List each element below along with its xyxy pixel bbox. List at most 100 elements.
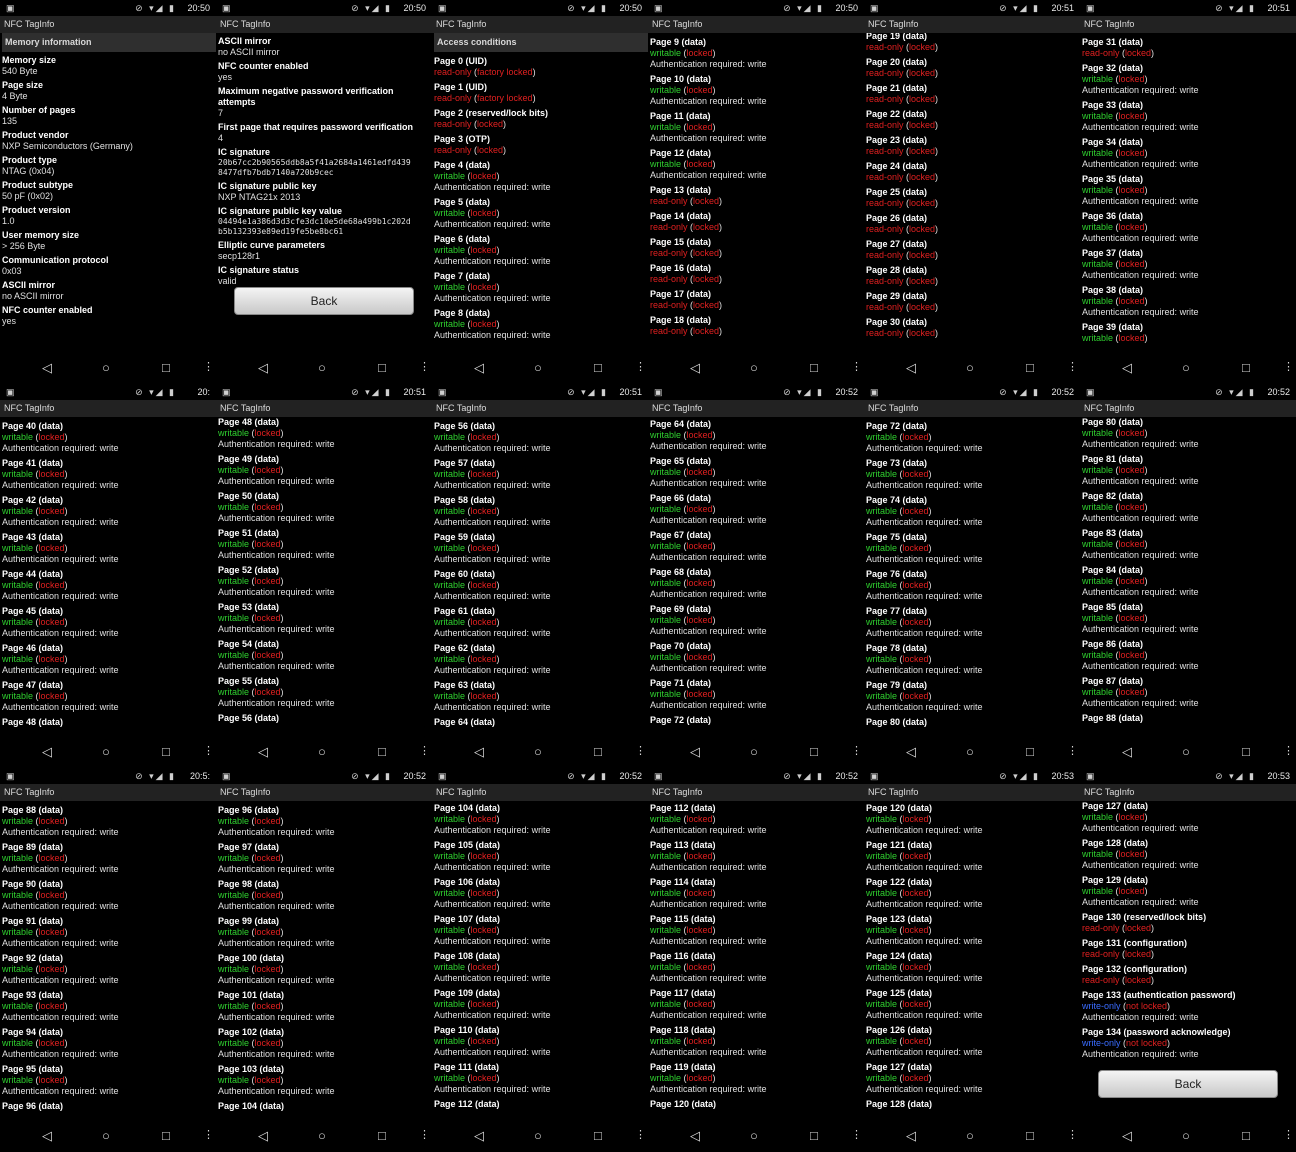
nav-back-icon[interactable]: ◁ [1122,351,1132,384]
nav-recents-icon[interactable]: □ [810,351,818,384]
nav-home-icon[interactable]: ○ [966,1119,974,1152]
nav-recents-icon[interactable]: □ [162,351,170,384]
overflow-menu-icon[interactable]: ⋮ [1283,351,1294,384]
scroll-content[interactable]: Page 112 (data) writable (locked) Authenti… [648,801,864,1119]
overflow-menu-icon[interactable]: ⋮ [203,351,214,384]
access-line: writable (locked) [218,964,432,975]
nav-back-icon[interactable]: ◁ [42,1119,52,1152]
scroll-content[interactable]: Page 80 (data) writable (locked) Authentic… [1080,417,1296,735]
scroll-content[interactable]: Page 31 (data) read-only (locked) Page 32 … [1080,33,1296,351]
overflow-menu-icon[interactable]: ⋮ [1283,735,1294,768]
overflow-menu-icon[interactable]: ⋮ [635,351,646,384]
overflow-menu-icon[interactable]: ⋮ [1067,351,1078,384]
scroll-content[interactable]: Page 88 (data) writable (locked) Authentic… [0,801,216,1119]
nav-back-icon[interactable]: ◁ [258,735,268,768]
nav-back-icon[interactable]: ◁ [906,351,916,384]
nav-home-icon[interactable]: ○ [102,1119,110,1152]
nav-home-icon[interactable]: ○ [534,735,542,768]
nav-home-icon[interactable]: ○ [102,351,110,384]
nav-recents-icon[interactable]: □ [1242,735,1250,768]
nav-back-icon[interactable]: ◁ [474,351,484,384]
nav-back-icon[interactable]: ◁ [1122,1119,1132,1152]
overflow-menu-icon[interactable]: ⋮ [203,1119,214,1152]
overflow-menu-icon[interactable]: ⋮ [1067,735,1078,768]
nav-recents-icon[interactable]: □ [378,735,386,768]
overflow-menu-icon[interactable]: ⋮ [419,1119,430,1152]
auth-requirement: Authentication required: write [434,1047,551,1057]
nav-home-icon[interactable]: ○ [750,1119,758,1152]
nav-back-icon[interactable]: ◁ [690,735,700,768]
nav-back-icon[interactable]: ◁ [42,735,52,768]
nav-recents-icon[interactable]: □ [1026,1119,1034,1152]
nav-home-icon[interactable]: ○ [318,1119,326,1152]
nav-home-icon[interactable]: ○ [534,351,542,384]
nav-back-icon[interactable]: ◁ [258,351,268,384]
nav-recents-icon[interactable]: □ [594,735,602,768]
nav-recents-icon[interactable]: □ [810,1119,818,1152]
nav-recents-icon[interactable]: □ [594,1119,602,1152]
scroll-content[interactable]: Page 56 (data) writable (locked) Authentic… [432,417,648,735]
nav-recents-icon[interactable]: □ [810,735,818,768]
nav-recents-icon[interactable]: □ [378,351,386,384]
overflow-menu-icon[interactable]: ⋮ [203,735,214,768]
auth-requirement: Authentication required: write [218,1012,335,1022]
nav-home-icon[interactable]: ○ [318,735,326,768]
overflow-menu-icon[interactable]: ⋮ [851,1119,862,1152]
nav-back-icon[interactable]: ◁ [906,735,916,768]
nav-back-icon[interactable]: ◁ [690,1119,700,1152]
overflow-menu-icon[interactable]: ⋮ [851,351,862,384]
overflow-menu-icon[interactable]: ⋮ [1283,1119,1294,1152]
scroll-content[interactable]: Access conditions Page 0 (UID) read-only (… [432,33,648,351]
scroll-content[interactable]: Page 9 (data) writable (locked) Authentica… [648,33,864,351]
nav-recents-icon[interactable]: □ [1242,1119,1250,1152]
scroll-content[interactable]: Page 120 (data) writable (locked) Authenti… [864,801,1080,1119]
nav-home-icon[interactable]: ○ [1182,351,1190,384]
nav-recents-icon[interactable]: □ [1026,351,1034,384]
nav-home-icon[interactable]: ○ [102,735,110,768]
nav-home-icon[interactable]: ○ [318,351,326,384]
scroll-content[interactable]: Page 19 (data) read-only (locked) Page 20 … [864,33,1080,351]
nav-recents-icon[interactable]: □ [594,351,602,384]
scroll-content[interactable]: Page 96 (data) writable (locked) Authentic… [216,801,432,1119]
access-line: writable (locked) [650,851,864,862]
nav-recents-icon[interactable]: □ [1242,351,1250,384]
nav-home-icon[interactable]: ○ [966,735,974,768]
page-entry: Page 131 (configuration) read-only (locke… [1082,938,1296,960]
overflow-menu-icon[interactable]: ⋮ [1067,1119,1078,1152]
overflow-menu-icon[interactable]: ⋮ [419,351,430,384]
scroll-content[interactable]: Page 48 (data) writable (locked) Authentic… [216,417,432,735]
nav-recents-icon[interactable]: □ [162,735,170,768]
scroll-content[interactable]: Page 40 (data) writable (locked) Authentic… [0,417,216,735]
overflow-menu-icon[interactable]: ⋮ [635,1119,646,1152]
nav-back-icon[interactable]: ◁ [474,735,484,768]
nav-back-icon[interactable]: ◁ [690,351,700,384]
nav-recents-icon[interactable]: □ [162,1119,170,1152]
nav-back-icon[interactable]: ◁ [906,1119,916,1152]
nav-back-icon[interactable]: ◁ [1122,735,1132,768]
overflow-menu-icon[interactable]: ⋮ [419,735,430,768]
nav-home-icon[interactable]: ○ [1182,1119,1190,1152]
nav-recents-icon[interactable]: □ [378,1119,386,1152]
nav-home-icon[interactable]: ○ [534,1119,542,1152]
status-bar: ▣ ⊘ ▾◢ ▮ 20: [0,384,216,400]
page-entry: Page 7 (data) writable (locked) Authentica… [434,271,648,304]
nav-back-icon[interactable]: ◁ [42,351,52,384]
scroll-content[interactable]: Page 104 (data) writable (locked) Authenti… [432,801,648,1119]
nav-back-icon[interactable]: ◁ [258,1119,268,1152]
nav-home-icon[interactable]: ○ [750,735,758,768]
access-mode: read-only [866,250,904,260]
scroll-content[interactable]: Page 72 (data) writable (locked) Authentic… [864,417,1080,735]
page-title: Page 127 (data) [1082,801,1149,811]
back-button[interactable]: Back [234,287,414,315]
overflow-menu-icon[interactable]: ⋮ [851,735,862,768]
nav-back-icon[interactable]: ◁ [474,1119,484,1152]
scroll-content[interactable]: Memory information Memory size 540 Byte Pag… [0,33,216,351]
back-button[interactable]: Back [1098,1070,1278,1098]
paren-close: ) [280,1001,284,1011]
nav-home-icon[interactable]: ○ [1182,735,1190,768]
nav-home-icon[interactable]: ○ [966,351,974,384]
scroll-content[interactable]: Page 64 (data) writable (locked) Authentic… [648,417,864,735]
nav-recents-icon[interactable]: □ [1026,735,1034,768]
overflow-menu-icon[interactable]: ⋮ [635,735,646,768]
nav-home-icon[interactable]: ○ [750,351,758,384]
